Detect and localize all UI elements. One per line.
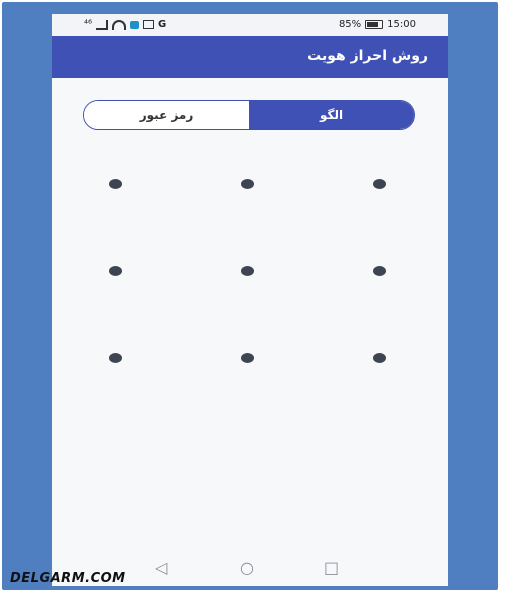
battery-percent: 85%: [338, 19, 362, 30]
recent-square-icon[interactable]: □: [324, 558, 339, 577]
pattern-dot[interactable]: [109, 179, 122, 189]
app-bar: روش احراز هویت: [52, 36, 448, 78]
tab-pattern[interactable]: الگو: [249, 101, 414, 129]
pattern-dot[interactable]: [241, 179, 254, 189]
pattern-dot[interactable]: [109, 266, 122, 276]
clock: 15:00: [387, 19, 416, 30]
pattern-dot[interactable]: [373, 266, 386, 276]
watermark: DELGARM.COM: [10, 571, 126, 586]
pattern-dot[interactable]: [109, 353, 122, 363]
tab-password[interactable]: رمز عبور: [84, 101, 249, 129]
status-bar: ⁴⁶ G 85% 15:00: [52, 14, 448, 36]
pattern-dot[interactable]: [373, 353, 386, 363]
pattern-dot[interactable]: [241, 353, 254, 363]
back-triangle-icon[interactable]: ◁: [155, 558, 167, 577]
wifi-icon: [112, 19, 127, 30]
page-title: روش احراز هویت: [307, 48, 428, 64]
pattern-dot[interactable]: [373, 179, 386, 189]
auth-method-toggle: رمز عبور الگو: [83, 100, 415, 130]
camera-app-icon: [130, 20, 140, 29]
carrier-label: ⁴⁶: [84, 19, 93, 30]
g-app-label: G: [158, 19, 167, 30]
status-right: 85% 15:00: [339, 19, 416, 30]
status-left: ⁴⁶ G: [84, 19, 166, 30]
pattern-dot[interactable]: [241, 266, 254, 276]
battery-icon: [365, 20, 384, 29]
phone-screen: ⁴⁶ G 85% 15:00 روش احراز هویت رمز عبور ا…: [52, 14, 448, 586]
home-circle-icon[interactable]: ○: [240, 558, 254, 577]
signal-icon: [96, 19, 109, 30]
mail-icon: [143, 20, 155, 29]
